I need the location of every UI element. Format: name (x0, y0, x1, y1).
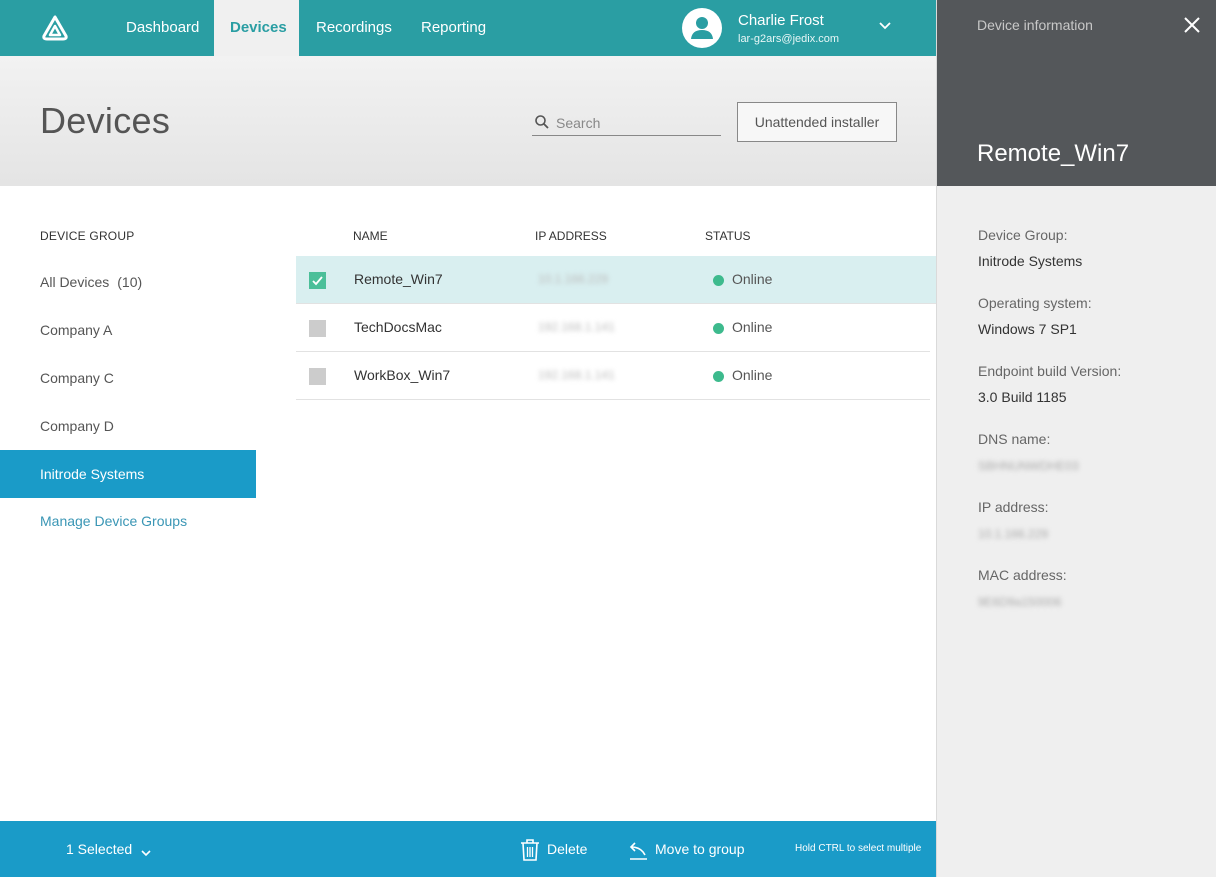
online-status-icon (713, 323, 724, 334)
unattended-installer-button[interactable]: Unattended installer (737, 102, 897, 142)
row-checkbox[interactable] (309, 368, 326, 385)
checkmark-icon (312, 276, 323, 286)
online-status-icon (713, 371, 724, 382)
group-label: All Devices (40, 274, 110, 290)
group-count: (10) (117, 274, 143, 290)
table-row[interactable]: TechDocsMac 192.168.1.141 Online (296, 304, 930, 352)
online-status-icon (713, 275, 724, 286)
group-label: Company D (40, 418, 114, 434)
column-header-status[interactable]: STATUS (705, 229, 751, 243)
field-value-ip: 10.1.166.229 (978, 527, 1049, 541)
user-menu[interactable]: Charlie Frost lar-g2ars@jedix.com (682, 8, 912, 48)
device-status: Online (732, 319, 773, 335)
device-status: Online (732, 271, 773, 287)
device-status: Online (732, 367, 773, 383)
field-label: MAC address: (978, 567, 1067, 583)
multi-select-hint: Hold CTRL to select multiple (795, 843, 922, 854)
device-name: TechDocsMac (354, 319, 442, 335)
field-value-device-group: Initrode Systems (978, 253, 1083, 269)
move-to-group-button[interactable]: Move to group (627, 838, 757, 862)
tab-recordings[interactable]: Recordings (300, 0, 408, 56)
tab-reporting[interactable]: Reporting (405, 0, 502, 56)
app-window: Dashboard Devices Recordings Reporting C… (0, 0, 1216, 877)
delete-button[interactable]: Delete (519, 838, 599, 862)
search-icon (534, 114, 550, 130)
detail-panel-header: Device information Remote_Win7 (937, 0, 1216, 186)
tab-dashboard[interactable]: Dashboard (110, 0, 215, 56)
search-box[interactable] (532, 110, 721, 136)
group-item-company-c[interactable]: Company C (0, 354, 256, 402)
field-value-dns: SBHNUNWDHE03 (978, 459, 1079, 473)
delete-label: Delete (547, 841, 588, 857)
column-header-name[interactable]: NAME (353, 229, 388, 243)
close-icon[interactable] (1183, 16, 1201, 34)
table-row[interactable]: Remote_Win7 10.1.166.229 Online (296, 256, 936, 304)
group-label: Initrode Systems (40, 466, 145, 482)
detail-panel-title: Device information (977, 17, 1093, 33)
manage-device-groups-link[interactable]: Manage Device Groups (40, 513, 187, 529)
search-input[interactable] (556, 112, 716, 134)
table-row[interactable]: WorkBox_Win7 192.168.1.141 Online (296, 352, 930, 400)
chevron-down-icon[interactable] (140, 846, 152, 858)
group-item-initrode-systems[interactable]: Initrode Systems (0, 450, 256, 498)
page-header: Devices Unattended installer (0, 56, 936, 186)
user-email: lar-g2ars@jedix.com (738, 33, 840, 45)
move-arrow-icon (627, 838, 649, 862)
group-label: Company C (40, 370, 114, 386)
trash-icon (519, 838, 541, 862)
field-value-build: 3.0 Build 1185 (978, 389, 1067, 405)
field-label: Endpoint build Version: (978, 363, 1122, 379)
field-label: Device Group: (978, 227, 1068, 243)
group-item-company-d[interactable]: Company D (0, 402, 256, 450)
device-ip: 10.1.166.229 (538, 272, 609, 286)
tab-devices[interactable]: Devices (214, 0, 299, 56)
device-name: WorkBox_Win7 (354, 367, 451, 383)
avatar (682, 8, 722, 48)
device-ip: 192.168.1.141 (538, 368, 615, 382)
group-item-all-devices[interactable]: All Devices (10) (0, 258, 256, 306)
user-icon (691, 17, 713, 39)
device-information-panel: Device information Remote_Win7 Device Gr… (936, 0, 1216, 877)
page-title: Devices (40, 100, 171, 141)
selected-count-dropdown[interactable]: 1 Selected (66, 841, 132, 857)
chevron-down-icon[interactable] (878, 18, 892, 32)
field-value-mac: 9E6D9a150006 (978, 595, 1062, 609)
move-to-group-label: Move to group (655, 841, 745, 857)
field-value-os: Windows 7 SP1 (978, 321, 1077, 337)
column-header-ip[interactable]: IP ADDRESS (535, 229, 607, 243)
device-group-heading: DEVICE GROUP (40, 229, 135, 243)
top-nav-bar: Dashboard Devices Recordings Reporting C… (0, 0, 936, 56)
field-label: IP address: (978, 499, 1049, 515)
bulk-action-bar: 1 Selected Delete Move to group Hold CTR… (0, 821, 936, 877)
group-label: Company A (40, 322, 113, 338)
group-item-company-a[interactable]: Company A (0, 306, 256, 354)
user-name: Charlie Frost (738, 12, 824, 29)
device-ip: 192.168.1.141 (538, 320, 615, 334)
detail-device-name: Remote_Win7 (977, 140, 1130, 167)
device-name: Remote_Win7 (354, 271, 443, 287)
row-checkbox[interactable] (309, 320, 326, 337)
row-checkbox[interactable] (309, 272, 326, 289)
field-label: Operating system: (978, 295, 1092, 311)
field-label: DNS name: (978, 431, 1051, 447)
app-logo-icon[interactable] (40, 14, 70, 42)
